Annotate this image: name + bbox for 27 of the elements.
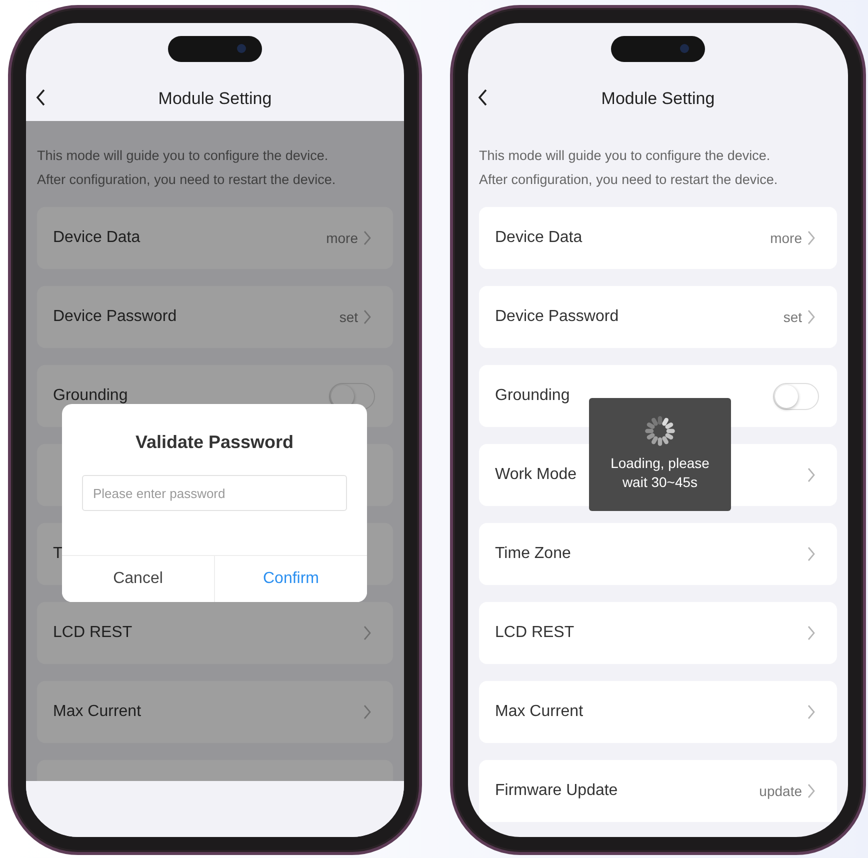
screen-title: Module Setting xyxy=(158,89,272,109)
row-label: Device Data xyxy=(53,229,140,247)
description-text: After configuration, you need to restart the device. xyxy=(479,171,779,189)
row-label: T xyxy=(53,545,63,563)
row-label: LCD REST xyxy=(53,624,132,642)
loading-message: Loading, please wait 30~45s xyxy=(610,454,710,492)
row-value: more xyxy=(770,230,802,246)
row-label: Device Password xyxy=(53,308,177,326)
row-label: LCD REST xyxy=(495,624,574,642)
description-text: After configuration, you need to restart the device. xyxy=(37,171,337,189)
row-label: Work Mode xyxy=(495,466,577,484)
description-text: This mode will guide you to configure the device. xyxy=(37,147,330,165)
row-value: set xyxy=(339,309,358,325)
row-value: more xyxy=(326,230,358,246)
screen-title: Module Setting xyxy=(601,89,715,109)
row-label: Max Current xyxy=(495,703,584,721)
row-label: Grounding xyxy=(495,387,570,405)
row-label: Max Current xyxy=(53,703,142,721)
row-label: Device Password xyxy=(495,308,619,326)
row-value: update xyxy=(759,783,802,799)
row-label: Firmware Update xyxy=(495,782,618,800)
row-label: Grounding xyxy=(53,387,128,405)
row-label: Device Data xyxy=(495,229,582,247)
description-text: This mode will guide you to configure the device. xyxy=(479,147,772,165)
row-label: Time Zone xyxy=(495,545,571,563)
dialog-title: Validate Password xyxy=(135,432,294,453)
row-value: set xyxy=(783,309,802,325)
